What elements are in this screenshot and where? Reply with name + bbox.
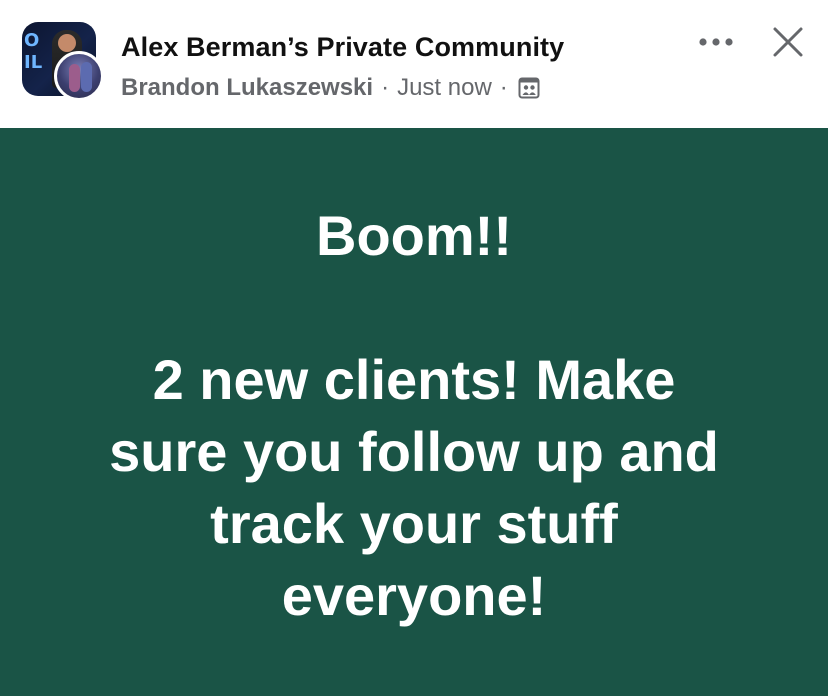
- post-background: Boom!! 2 new clients! Make sure you foll…: [0, 128, 828, 696]
- avatar-glyph-bottom: IL: [24, 52, 43, 73]
- close-icon: [773, 27, 803, 57]
- post-header: O IL Alex Berman’s Private Community Bra…: [0, 0, 828, 128]
- post-text-line: everyone!: [281, 564, 547, 627]
- meta-separator: ·: [381, 74, 390, 101]
- avatar-figure-left: [69, 64, 80, 92]
- group-name[interactable]: Alex Berman’s Private Community: [121, 32, 564, 63]
- avatar-figure-right: [81, 62, 92, 92]
- post-text-line: track your stuff: [210, 492, 618, 555]
- group-members-icon[interactable]: [518, 77, 540, 99]
- close-button[interactable]: [766, 20, 810, 64]
- avatar-person-face: [58, 34, 76, 52]
- more-options-button[interactable]: [695, 26, 737, 58]
- avatar-glyph-top: O: [24, 30, 40, 51]
- post-text-line: sure you follow up and: [109, 420, 719, 483]
- more-options-icon: [699, 38, 733, 46]
- post-text-line: 2 new clients! Make: [152, 348, 676, 411]
- post-text: Boom!! 2 new clients! Make sure you foll…: [0, 200, 828, 632]
- post-timestamp[interactable]: Just now: [397, 74, 492, 102]
- post-text-blank-line: [0, 272, 828, 344]
- author-avatar[interactable]: [54, 51, 104, 101]
- author-name[interactable]: Brandon Lukaszewski: [121, 74, 373, 102]
- meta-separator: ·: [499, 74, 508, 101]
- post-meta: Brandon Lukaszewski · Just now ·: [121, 74, 540, 102]
- post-text-line: Boom!!: [316, 204, 512, 267]
